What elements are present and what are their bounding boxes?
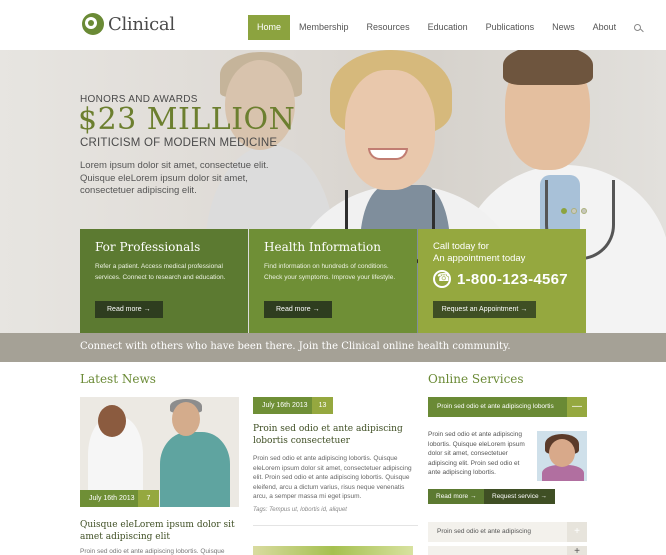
news-date-badge: July 16th 2013 <box>253 397 317 414</box>
community-banner: Connect with others who have been there.… <box>0 333 666 362</box>
news-image-nurse-head <box>172 402 200 436</box>
service-image-body <box>542 465 584 481</box>
expand-icon[interactable]: + <box>567 546 587 555</box>
collapse-icon[interactable]: — <box>567 397 587 417</box>
news-article-tags[interactable]: Tags: Tempus ut, lobortis id, aliquet <box>253 507 347 513</box>
appointment-title: Call today for An appointment today <box>433 241 525 265</box>
accordion-label <box>428 546 567 555</box>
hero-figure-smile <box>368 148 408 160</box>
comment-count-badge[interactable]: 13 <box>312 397 333 414</box>
read-more-label: Read more <box>276 306 311 313</box>
read-more-button[interactable]: Read more → <box>95 301 163 318</box>
phone-number[interactable]: 1-800-123-4567 <box>433 270 568 288</box>
service-description: Proin sed odio et ante adipiscing lobort… <box>428 431 525 476</box>
request-service-button[interactable]: Request service → <box>484 489 555 504</box>
news-article-title[interactable]: Quisque eleLorem ipsum dolor sit amet ad… <box>80 519 240 543</box>
service-image <box>537 431 587 481</box>
news-image-nurse <box>160 432 230 507</box>
service-read-more-label: Read more <box>436 493 469 500</box>
slider-dot-1[interactable] <box>561 208 567 214</box>
news-article-snippet: Proin sed odio et ante adipiscing lobort… <box>80 548 225 555</box>
latest-news-heading: Latest News <box>80 372 156 386</box>
phone-number-text: 1-800-123-4567 <box>457 270 568 288</box>
expand-icon[interactable]: + <box>567 522 587 542</box>
nav-item-publications[interactable]: Publications <box>477 15 544 40</box>
appointment-title-line2: An appointment today <box>433 253 526 264</box>
site-logo[interactable]: Clinical <box>82 13 175 35</box>
request-service-label: Request service <box>492 493 539 500</box>
news-article-title[interactable]: Proin sed odio et ante adipiscing lobort… <box>253 423 418 447</box>
nav-item-resources[interactable]: Resources <box>358 15 419 40</box>
service-accordion-item[interactable]: Proin sed odio et ante adipiscing + <box>428 522 587 542</box>
hero-headline: $23 MILLION <box>78 102 296 137</box>
feature-box-health-info: Health Information Find information on h… <box>249 229 417 333</box>
phone-icon <box>433 270 451 288</box>
feature-title: For Professionals <box>95 240 201 254</box>
logo-text: Clinical <box>108 13 175 35</box>
nav-item-home[interactable]: Home <box>248 15 291 40</box>
nav-item-about[interactable]: About <box>584 15 626 40</box>
logo-icon <box>82 13 104 35</box>
slider-dots <box>561 208 587 214</box>
feature-text: Refer a patient. Access medical professi… <box>95 263 226 281</box>
appointment-title-line1: Call today for <box>433 241 489 252</box>
accordion-label: Proin sed odio et ante adipiscing lobort… <box>437 403 554 410</box>
feature-text: Find information on hundreds of conditio… <box>264 263 396 281</box>
hero-body-text: Lorem ipsum dolor sit amet, consectetue … <box>80 160 269 196</box>
search-icon[interactable] <box>631 15 645 40</box>
news-image[interactable] <box>253 546 413 555</box>
request-appointment-label: Request an Appointment <box>441 306 519 313</box>
main-nav: Home Membership Resources Education Publ… <box>248 15 645 40</box>
online-services-heading: Online Services <box>428 372 524 386</box>
feature-box-professionals: For Professionals Refer a patient. Acces… <box>80 229 248 333</box>
hero-subheadline: CRITICISM OF MODERN MEDICINE <box>80 137 278 149</box>
divider <box>253 525 418 526</box>
news-article-body: Proin sed odio et ante adipiscing lobort… <box>253 455 412 500</box>
slider-dot-3[interactable] <box>581 208 587 214</box>
comment-count-badge[interactable]: 7 <box>138 490 159 507</box>
nav-item-membership[interactable]: Membership <box>290 15 358 40</box>
nav-item-education[interactable]: Education <box>419 15 477 40</box>
news-image-doctor-head <box>98 405 126 437</box>
site-header: Clinical Home Membership Resources Educa… <box>0 0 666 50</box>
arrow-right-icon: → <box>540 493 547 500</box>
news-date-badge: July 16th 2013 <box>80 490 144 507</box>
nav-item-news[interactable]: News <box>543 15 584 40</box>
arrow-right-icon: → <box>312 306 320 313</box>
request-appointment-button[interactable]: Request an Appointment → <box>433 301 536 318</box>
hero-figure-female-doctor-head <box>345 70 435 190</box>
accordion-label: Proin sed odio et ante adipiscing <box>437 528 531 535</box>
hero-figure-male-doctor-hair <box>503 50 593 85</box>
slider-dot-2[interactable] <box>571 208 577 214</box>
feature-title: Health Information <box>264 240 381 254</box>
arrow-right-icon: → <box>469 493 477 500</box>
feature-box-appointment: Call today for An appointment today 1-80… <box>418 229 586 333</box>
service-image-face <box>549 439 575 467</box>
arrow-right-icon: → <box>520 306 528 313</box>
community-banner-text[interactable]: Connect with others who have been there.… <box>80 341 511 352</box>
service-read-more-button[interactable]: Read more → <box>428 489 485 504</box>
read-more-label: Read more <box>107 306 142 313</box>
service-accordion-item-open[interactable]: Proin sed odio et ante adipiscing lobort… <box>428 397 587 417</box>
service-accordion-item[interactable]: + <box>428 546 587 555</box>
read-more-button[interactable]: Read more → <box>264 301 332 318</box>
arrow-right-icon: → <box>143 306 151 313</box>
